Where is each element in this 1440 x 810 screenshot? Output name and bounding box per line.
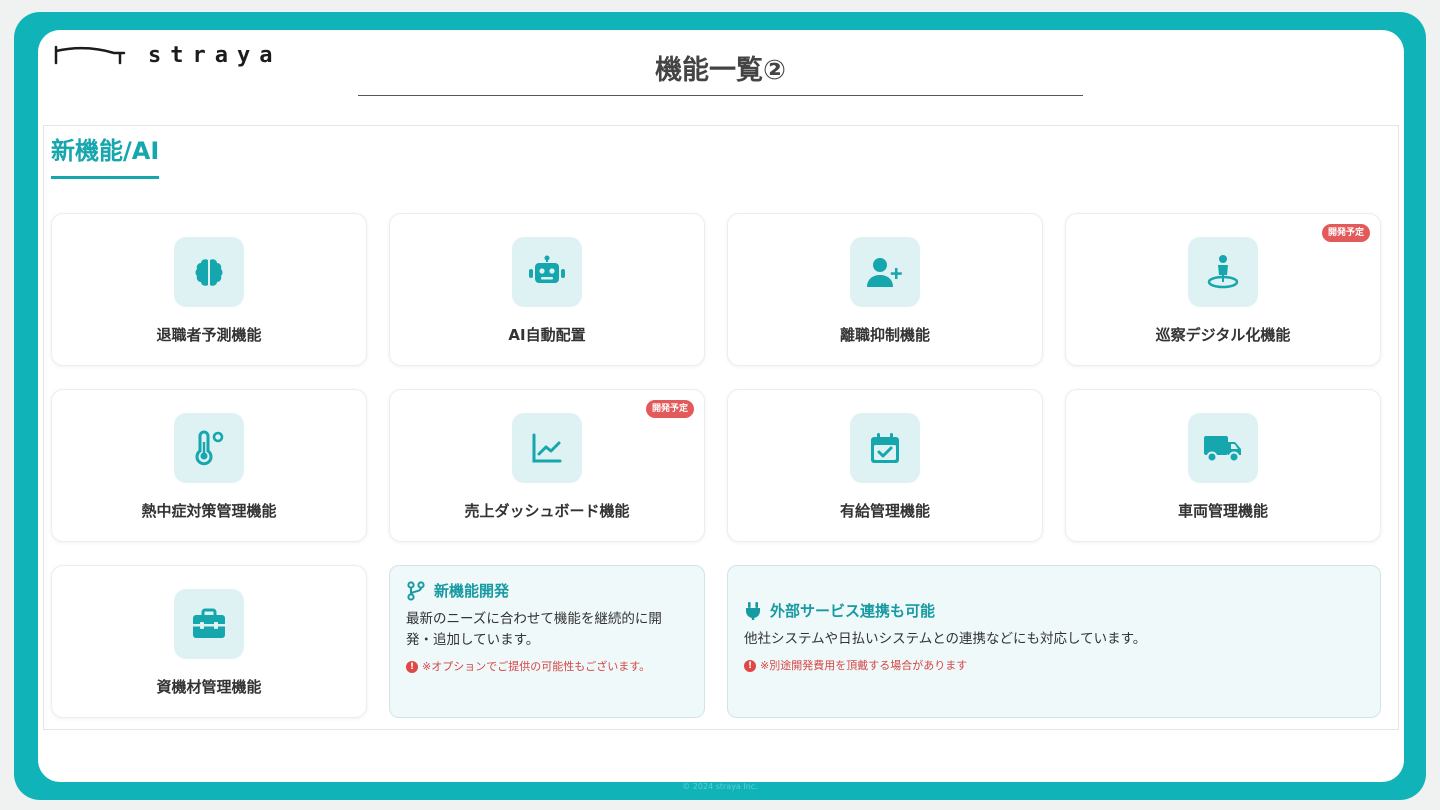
status-badge: 開発予定 (1321, 224, 1370, 242)
card-label: 車両管理機能 (1177, 502, 1268, 520)
feature-card-turnover-suppression[interactable]: 離職抑制機能 (727, 213, 1043, 366)
callout-body: 他社システムや日払いシステムとの連携などにも対応しています。 (744, 631, 1147, 647)
card-label: 離職抑制機能 (839, 326, 930, 344)
brand-logo: straya (54, 40, 281, 70)
alert-icon: ! (744, 660, 756, 672)
callout-title: 外部サービス連携も可能 (770, 602, 936, 620)
feature-card-attrition-prediction[interactable]: 退職者予測機能 (51, 213, 367, 366)
feature-card-patrol-digital[interactable]: 開発予定 巡察デジタル化機能 (1065, 213, 1381, 366)
card-label: 退職者予測機能 (156, 326, 262, 344)
brand-name: straya (148, 42, 282, 68)
callout-note: ! ※別途開発費用を頂戴する場合があります (744, 658, 1364, 674)
card-label: 有給管理機能 (839, 502, 930, 520)
section-title: 新機能/AI (51, 131, 160, 179)
copyright: © 2024 straya Inc. (682, 782, 758, 791)
feature-card-equipment[interactable]: 資機材管理機能 (51, 565, 367, 718)
brain-icon (174, 237, 244, 307)
branch-icon (407, 580, 425, 601)
external-service-callout: 外部サービス連携も可能 他社システムや日払いシステムとの連携などにも対応していま… (727, 565, 1381, 718)
feature-panel: 新機能/AI 退職者予測機能 AI自動配置 離職抑制機能 開発予定 巡察デジタル… (43, 125, 1399, 730)
alert-icon: ! (406, 661, 418, 673)
bracket-line-logo-icon (54, 45, 126, 65)
thermometer-icon (174, 413, 244, 483)
new-feature-dev-callout: 新機能開発 最新のニーズに合わせて機能を継続的に開発・追加しています。 ! ※オ… (389, 565, 705, 718)
location-person-icon (1188, 237, 1258, 307)
card-label: 売上ダッシュボード機能 (464, 502, 630, 520)
feature-card-ai-auto-assign[interactable]: AI自動配置 (389, 213, 705, 366)
callout-title: 新機能開発 (434, 582, 510, 600)
feature-card-heatstroke[interactable]: 熱中症対策管理機能 (51, 389, 367, 542)
feature-card-vehicle[interactable]: 車両管理機能 (1065, 389, 1381, 542)
callout-note-text: ※別途開発費用を頂戴する場合があります (760, 659, 968, 672)
page-title: 機能一覧② (655, 55, 786, 86)
card-label: AI自動配置 (508, 326, 586, 344)
user-plus-icon (850, 237, 920, 307)
card-label: 熱中症対策管理機能 (141, 502, 277, 520)
toolbox-icon (174, 589, 244, 659)
callout-body: 最新のニーズに合わせて機能を継続的に開発・追加しています。 (406, 611, 662, 648)
plug-icon (746, 601, 760, 620)
card-label: 巡察デジタル化機能 (1155, 326, 1291, 344)
callout-note: ! ※オプションでご提供の可能性もございます。 (406, 659, 688, 675)
line-chart-icon (512, 413, 582, 483)
callout-note-text: ※オプションでご提供の可能性もございます。 (422, 660, 651, 673)
robot-icon (512, 237, 582, 307)
truck-icon (1188, 413, 1258, 483)
status-badge: 開発予定 (645, 400, 694, 418)
slide-sheet: straya 機能一覧② 新機能/AI 退職者予測機能 AI自動配置 離職抑制機… (38, 30, 1404, 782)
calendar-check-icon (850, 413, 920, 483)
feature-card-sales-dashboard[interactable]: 開発予定 売上ダッシュボード機能 (389, 389, 705, 542)
title-underline: 機能一覧② (358, 48, 1083, 96)
card-label: 資機材管理機能 (156, 678, 262, 696)
feature-card-paid-leave[interactable]: 有給管理機能 (727, 389, 1043, 542)
